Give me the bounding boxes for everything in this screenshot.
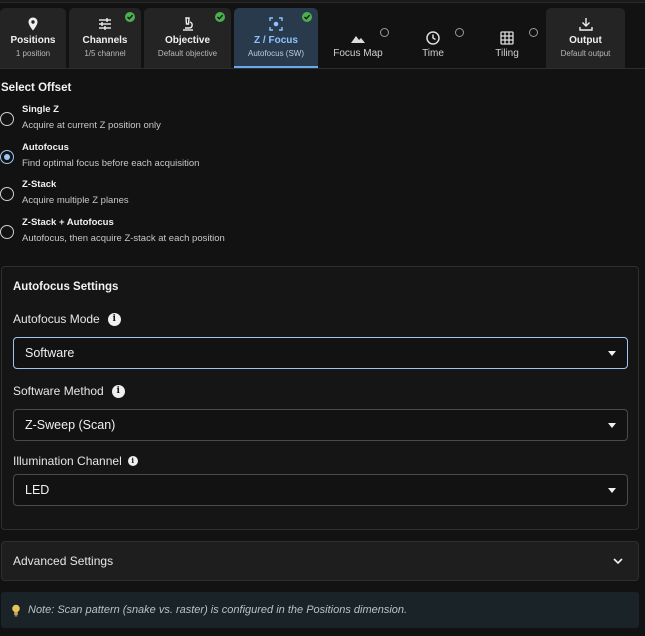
pin-icon xyxy=(28,17,38,31)
check-icon xyxy=(215,12,225,22)
pending-indicator xyxy=(529,28,538,37)
field-label-text: Software Method xyxy=(13,384,104,398)
tab-label: Tiling xyxy=(495,48,519,59)
option-label: Autofocus xyxy=(22,142,69,153)
tab-label: Positions xyxy=(10,35,56,46)
chevron-down-icon xyxy=(613,558,623,565)
mountain-icon xyxy=(351,36,365,43)
field-label-text: Autofocus Mode xyxy=(13,312,100,326)
select-offset-title: Select Offset xyxy=(1,82,72,94)
illumination-channel-select[interactable]: LED xyxy=(13,474,628,506)
option-z-stack[interactable]: Z-Stack Acquire multiple Z planes xyxy=(0,179,400,213)
advanced-settings-label: Advanced Settings xyxy=(13,554,114,568)
info-icon[interactable]: i xyxy=(107,312,121,326)
option-autofocus[interactable]: Autofocus Find optimal focus before each… xyxy=(0,142,400,176)
check-icon xyxy=(125,12,135,22)
check-icon xyxy=(302,12,312,22)
clock-icon xyxy=(426,31,440,45)
info-icon[interactable]: i xyxy=(111,384,125,398)
tab-label: Objective xyxy=(164,35,211,46)
option-label: Z-Stack + Autofocus xyxy=(22,217,114,228)
tab-label: Z / Focus xyxy=(254,35,298,46)
radio-button-selected[interactable] xyxy=(0,150,14,164)
autofocus-settings-card: Autofocus Settings Autofocus Mode i Soft… xyxy=(1,266,639,530)
select-value: LED xyxy=(25,483,50,497)
top-divider xyxy=(0,0,645,3)
tab-output[interactable]: Output Default output xyxy=(546,8,625,68)
caret-down-icon xyxy=(608,351,616,356)
tab-label: Channels xyxy=(82,35,128,46)
tab-tiling[interactable]: Tiling xyxy=(472,8,542,68)
select-value: Software xyxy=(25,346,75,360)
pending-indicator xyxy=(380,28,389,37)
microscope-icon xyxy=(182,17,193,31)
lightbulb-icon xyxy=(12,604,20,617)
tab-focus-map[interactable]: Focus Map xyxy=(322,8,394,68)
option-single-z[interactable]: Single Z Acquire at current Z position o… xyxy=(0,104,400,138)
tab-objective[interactable]: Objective Default objective xyxy=(144,8,231,68)
radio-button[interactable] xyxy=(0,187,14,201)
caret-down-icon xyxy=(608,423,616,428)
tab-channels[interactable]: Channels 1/5 channel xyxy=(69,8,141,68)
info-note: Note: Scan pattern (snake vs. raster) is… xyxy=(1,592,639,628)
grid-icon xyxy=(500,31,514,45)
tab-sublabel: 1 position xyxy=(15,49,51,58)
tab-label: Focus Map xyxy=(333,48,383,59)
field-label-text: Illumination Channel xyxy=(13,454,122,468)
caret-down-icon xyxy=(608,488,616,493)
autofocus-settings-title: Autofocus Settings xyxy=(13,281,119,293)
option-description: Find optimal focus before each acquisiti… xyxy=(22,158,200,169)
illumination-channel-label: Illumination Channel i xyxy=(13,454,138,468)
option-description: Acquire at current Z position only xyxy=(22,120,161,131)
tab-sublabel: Default output xyxy=(560,49,611,58)
software-method-label: Software Method i xyxy=(13,384,125,398)
note-text: Note: Scan pattern (snake vs. raster) is… xyxy=(28,604,408,616)
software-method-select[interactable]: Z-Sweep (Scan) xyxy=(13,409,628,441)
autofocus-mode-select[interactable]: Software xyxy=(13,337,628,369)
option-z-stack-autofocus[interactable]: Z-Stack + Autofocus Autofocus, then acqu… xyxy=(0,217,400,251)
info-icon[interactable]: i xyxy=(127,456,138,466)
download-icon xyxy=(578,18,593,31)
tab-sublabel: Default objective xyxy=(157,49,218,58)
tab-time[interactable]: Time xyxy=(398,8,468,68)
tab-sublabel: 1/5 channel xyxy=(84,49,126,58)
tab-label: Output xyxy=(569,35,602,46)
tab-label: Time xyxy=(422,48,444,59)
option-description: Autofocus, then acquire Z-stack at each … xyxy=(22,233,225,244)
option-description: Acquire multiple Z planes xyxy=(22,195,129,206)
option-label: Z-Stack xyxy=(22,179,57,190)
focus-icon xyxy=(269,17,283,31)
autofocus-mode-label: Autofocus Mode i xyxy=(13,312,121,326)
radio-button[interactable] xyxy=(0,225,14,239)
option-label: Single Z xyxy=(22,104,59,115)
dimension-tabs: Positions 1 position Channels 1/5 channe… xyxy=(0,8,645,69)
pending-indicator xyxy=(455,28,464,37)
sliders-icon xyxy=(99,18,111,30)
tab-z-focus[interactable]: Z / Focus Autofocus (SW) xyxy=(234,8,318,68)
radio-button[interactable] xyxy=(0,112,14,126)
select-value: Z-Sweep (Scan) xyxy=(25,418,116,432)
tab-sublabel: Autofocus (SW) xyxy=(247,49,304,58)
advanced-settings-accordion[interactable]: Advanced Settings xyxy=(1,541,639,581)
tab-positions[interactable]: Positions 1 position xyxy=(0,8,66,68)
